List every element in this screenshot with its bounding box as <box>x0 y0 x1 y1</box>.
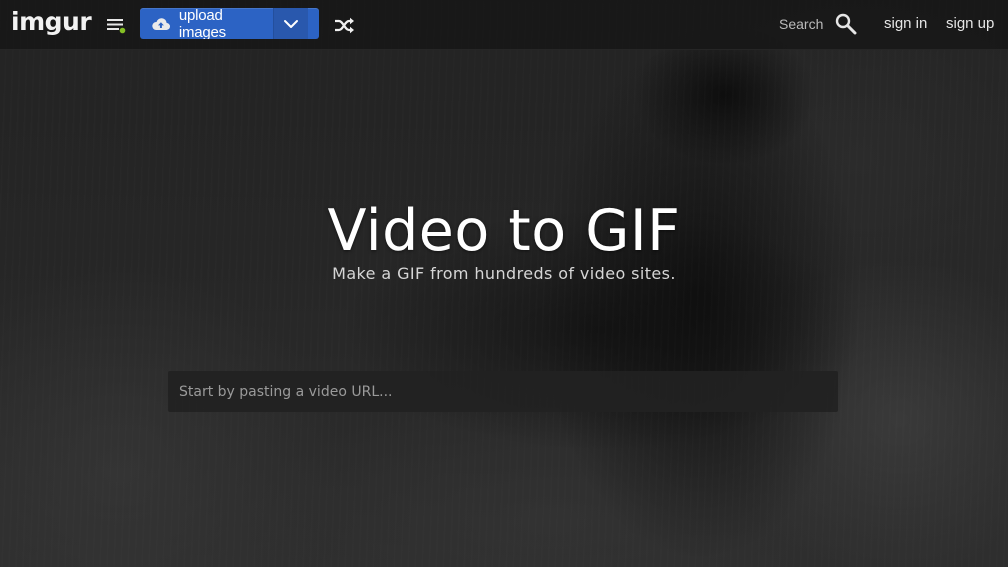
page-title: Video to GIF <box>327 198 681 264</box>
search-button[interactable] <box>835 13 857 35</box>
menu-icon <box>107 19 127 35</box>
upload-images-label: upload images <box>178 8 226 39</box>
search-label[interactable]: Search <box>779 16 823 32</box>
cloud-upload-icon <box>152 17 170 30</box>
shuffle-icon <box>335 17 354 34</box>
chevron-down-icon <box>284 19 298 28</box>
page-subtitle: Make a GIF from hundreds of video sites. <box>332 264 676 283</box>
search-icon <box>835 13 857 35</box>
upload-options-dropdown[interactable] <box>273 8 308 39</box>
page: imgur upload images Search sign in sign … <box>0 0 1008 567</box>
top-navigation-bar: imgur upload images Search sign in sign … <box>0 0 1008 50</box>
upload-images-main[interactable]: upload images <box>140 8 273 39</box>
menu-button[interactable] <box>107 17 127 35</box>
video-url-input[interactable] <box>168 371 838 412</box>
sign-up-link[interactable]: sign up <box>946 15 994 32</box>
upload-images-button[interactable]: upload images <box>140 8 319 39</box>
random-post-button[interactable] <box>334 15 355 36</box>
sign-in-link[interactable]: sign in <box>884 15 927 32</box>
imgur-logo[interactable]: imgur <box>11 7 92 36</box>
background-image <box>0 0 1008 567</box>
